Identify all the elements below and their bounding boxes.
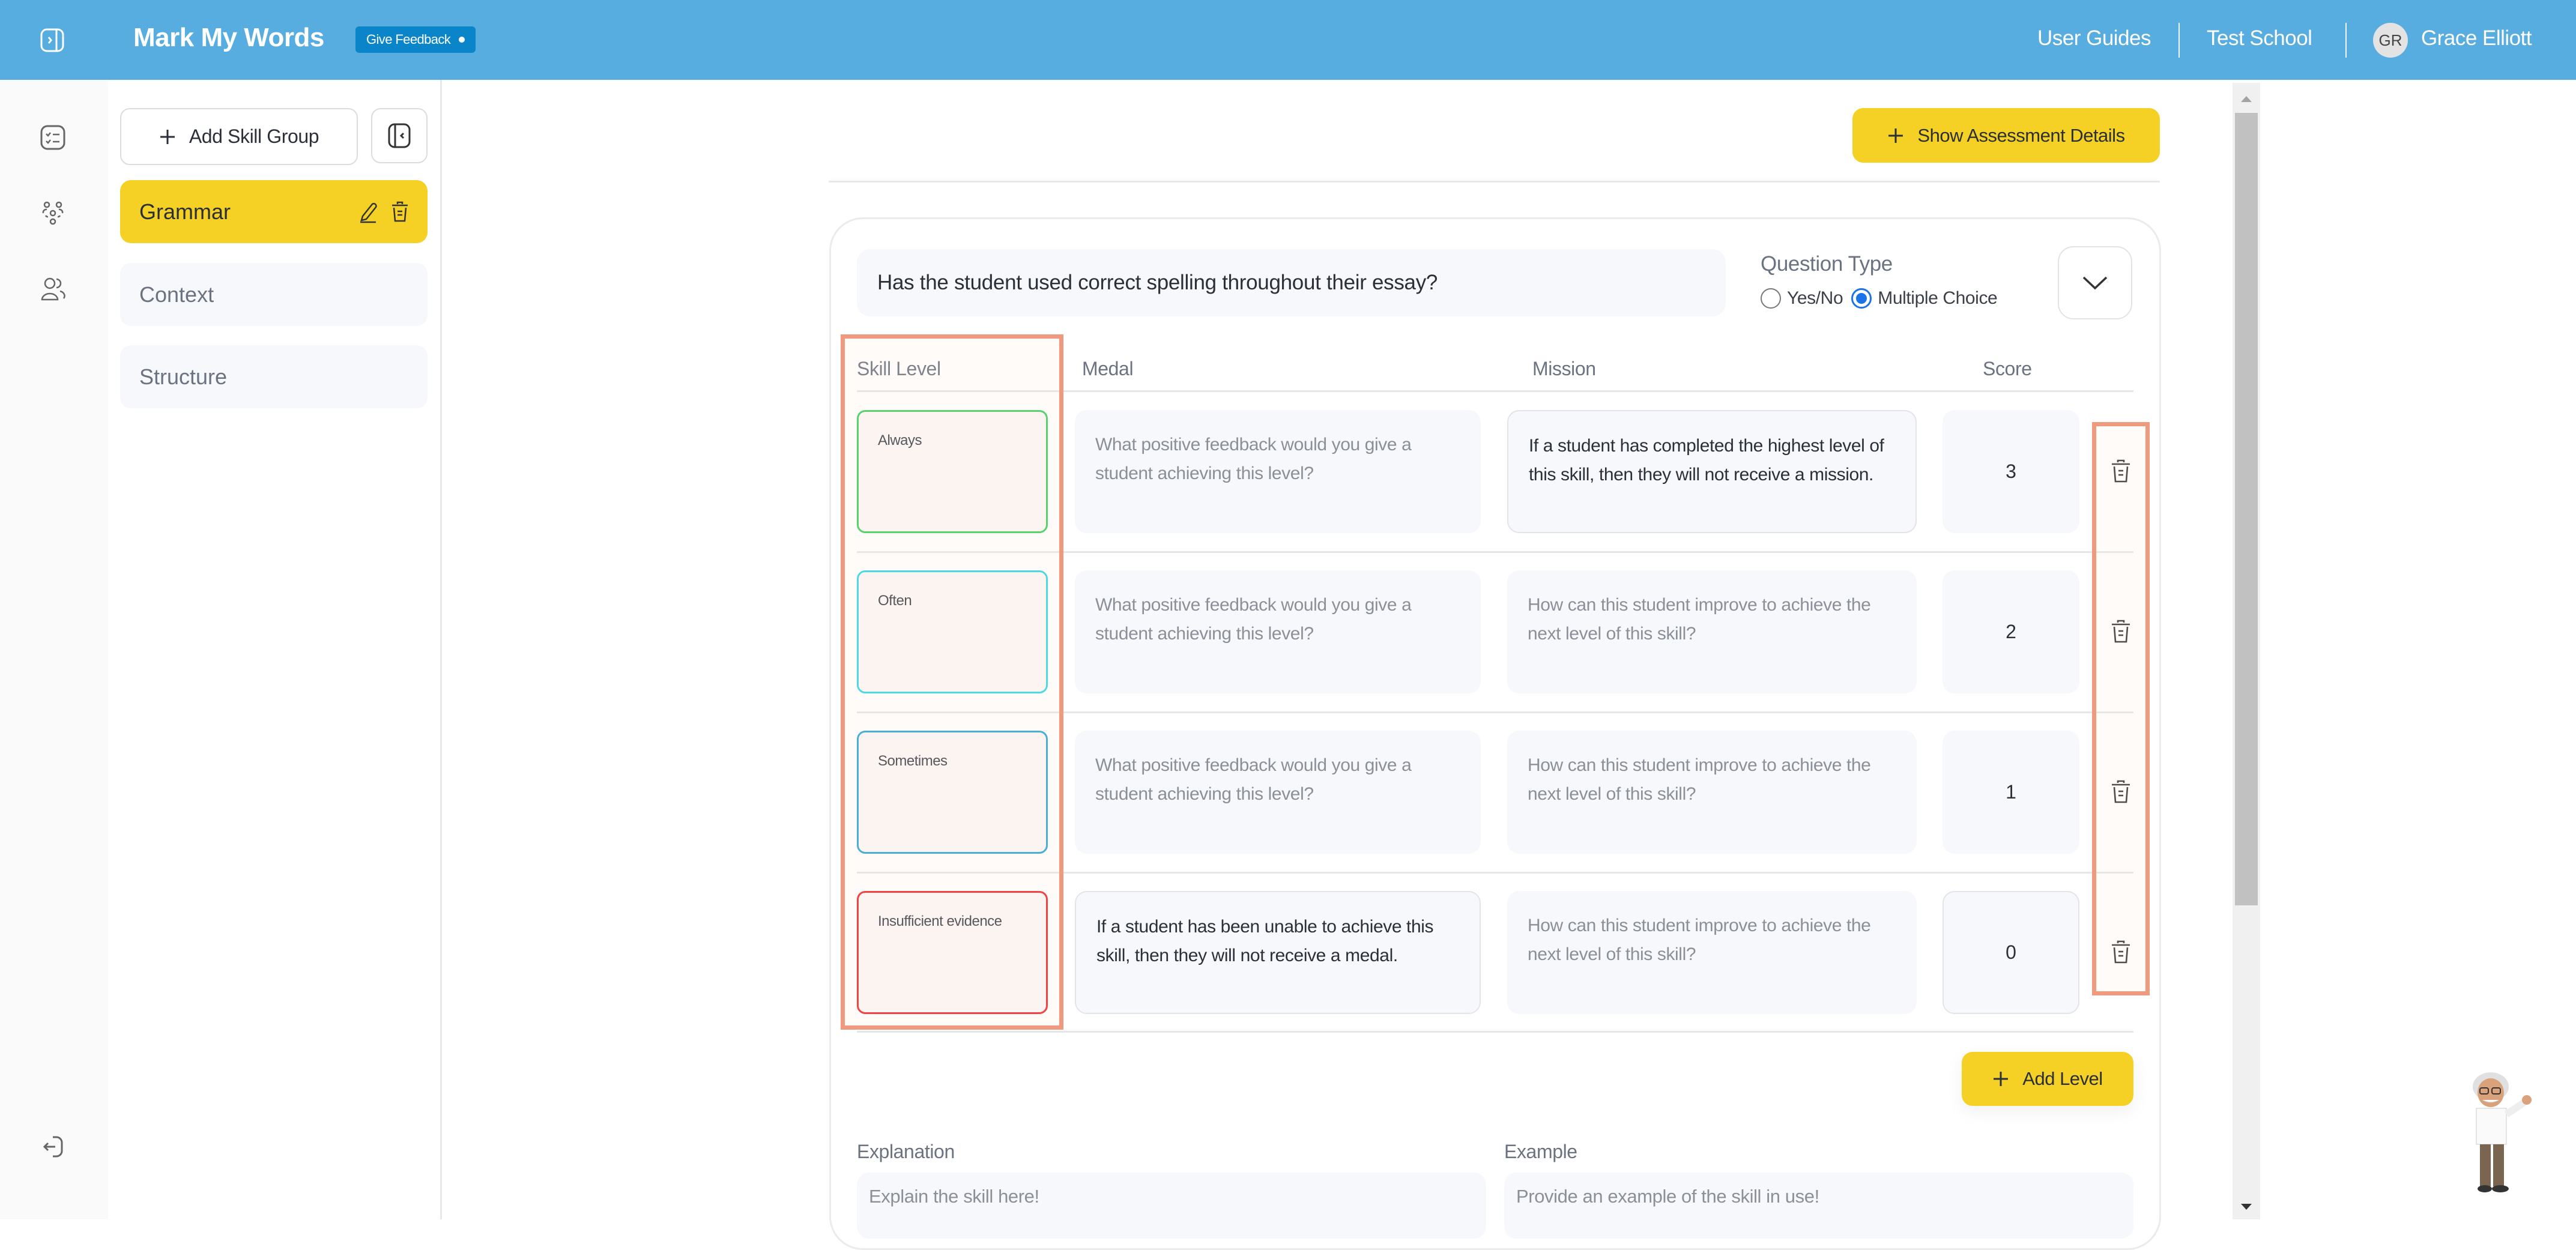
row-divider [857,711,2133,713]
app-title[interactable]: Mark My Words [133,23,324,53]
give-feedback-label: Give Feedback [366,32,451,47]
example-label: Example [1504,1141,1577,1162]
skill-group-structure[interactable]: Structure [120,345,428,408]
header-divider [857,390,2133,392]
row-divider [857,872,2133,874]
skill-group-label: Structure [139,364,228,389]
medal-input[interactable]: If a student has been unable to achieve … [1075,891,1481,1014]
explanation-input[interactable]: Explain the skill here! [857,1173,1486,1239]
medal-input[interactable]: What positive feedback would you give a … [1075,731,1481,854]
icon-rail [0,80,108,1219]
scroll-down-arrow-icon[interactable] [2233,1198,2260,1216]
header-divider [2178,23,2180,58]
show-assessment-details-button[interactable]: Show Assessment Details [1852,108,2160,163]
plus-icon [1994,1072,2009,1086]
top-header: Mark My Words Give Feedback User Guides … [0,0,2576,80]
mission-input[interactable]: If a student has completed the highest l… [1507,410,1917,533]
delete-level-trash-icon[interactable] [2109,779,2133,805]
add-level-label: Add Level [2022,1068,2103,1089]
score-input[interactable]: 0 [1943,891,2079,1014]
divider [829,181,2160,183]
skills-network-icon[interactable] [40,200,66,226]
assessments-icon[interactable] [40,124,66,151]
yes-no-label[interactable]: Yes/No [1787,288,1843,309]
delete-level-trash-icon[interactable] [2109,939,2133,965]
add-skill-group-label: Add Skill Group [189,125,319,147]
collapse-panel-icon [388,123,411,148]
skill-level-input[interactable]: Insufficient evidence [857,891,1048,1014]
example-input[interactable]: Provide an example of the skill in use! [1504,1173,2133,1239]
expand-sidebar-icon[interactable] [40,28,65,53]
skill-group-panel [108,80,442,1219]
skill-level-input[interactable]: Sometimes [857,731,1048,854]
page-scrollbar[interactable] [2233,83,2260,1219]
explanation-label: Explanation [857,1141,955,1162]
show-assessment-details-label: Show Assessment Details [1917,124,2125,146]
logout-icon[interactable] [40,1134,66,1160]
user-guides-link[interactable]: User Guides [2037,26,2151,50]
mascot-helper-icon[interactable] [2462,1069,2534,1201]
user-name[interactable]: Grace Elliott [2421,26,2532,50]
medal-input[interactable]: What positive feedback would you give a … [1075,570,1481,693]
question-input[interactable]: Has the student used correct spelling th… [857,249,1726,316]
delete-level-trash-icon[interactable] [2109,618,2133,645]
expand-question-button[interactable] [2058,246,2132,319]
skill-level-input[interactable]: Often [857,570,1048,693]
add-level-button[interactable]: Add Level [1962,1052,2133,1106]
give-feedback-button[interactable]: Give Feedback [355,26,476,53]
row-divider [857,551,2133,553]
skill-group-label: Grammar [139,199,231,224]
add-skill-group-button[interactable]: Add Skill Group [120,108,358,165]
score-input[interactable]: 1 [1943,731,2079,854]
medal-input[interactable]: What positive feedback would you give a … [1075,410,1481,533]
mission-input[interactable]: How can this student improve to achieve … [1507,731,1917,854]
skill-level-input[interactable]: Always [857,410,1048,533]
user-avatar[interactable]: GR [2373,23,2408,58]
collapse-panel-button[interactable] [371,108,428,163]
skill-group-context[interactable]: Context [120,263,428,326]
multiple-choice-label[interactable]: Multiple Choice [1878,288,1997,309]
plus-icon [1888,128,1903,143]
question-type-label: Question Type [1761,252,1893,276]
multiple-choice-radio[interactable] [1851,288,1872,309]
column-header-skill-level: Skill Level [857,358,941,379]
chevron-down-icon [2082,276,2108,290]
users-icon[interactable] [40,276,66,302]
score-input[interactable]: 2 [1943,570,2079,693]
rows-bottom-divider [857,1031,2133,1033]
skill-group-label: Context [139,282,214,307]
column-header-score: Score [1983,358,2032,379]
plus-icon [160,129,175,144]
column-header-mission: Mission [1532,358,1596,379]
delete-level-trash-icon[interactable] [2109,458,2133,485]
feedback-dot-icon [459,37,465,43]
mission-input[interactable]: How can this student improve to achieve … [1507,570,1917,693]
trash-icon[interactable] [390,201,410,229]
column-header-medal: Medal [1082,358,1134,379]
header-divider [2345,23,2347,58]
skill-group-grammar[interactable]: Grammar [120,180,428,243]
yes-no-radio[interactable] [1761,288,1781,309]
question-type-radio-group: Yes/No Multiple Choice [1761,288,1998,309]
scroll-up-arrow-icon[interactable] [2233,90,2260,108]
scrollbar-thumb[interactable] [2235,113,2258,905]
school-link[interactable]: Test School [2207,26,2312,50]
score-input[interactable]: 3 [1943,410,2079,533]
edit-icon[interactable] [358,201,378,229]
mission-input[interactable]: How can this student improve to achieve … [1507,891,1917,1014]
